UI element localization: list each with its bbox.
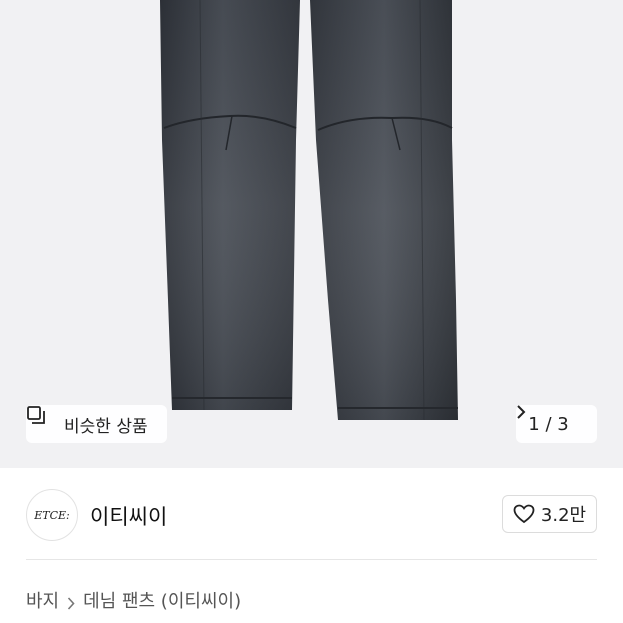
brand-logo[interactable]: ETCE: — [26, 489, 78, 541]
similar-items-label: 비슷한 상품 — [64, 416, 148, 437]
like-count: 3.2만 — [540, 505, 587, 526]
breadcrumb: 바지 데님 팬츠 (이티씨이) — [26, 587, 241, 613]
breadcrumb-subcategory[interactable]: 데님 팬츠 (이티씨이) — [83, 587, 241, 613]
like-button[interactable]: 3.2만 — [502, 495, 597, 533]
image-pager-button[interactable]: 1 / 3 — [516, 405, 597, 443]
similar-items-icon — [27, 406, 56, 434]
chevron-right-icon — [517, 405, 585, 431]
divider — [26, 559, 597, 560]
heart-icon — [513, 504, 535, 524]
product-image — [160, 0, 458, 421]
image-pager-text: 1 / 3 — [528, 413, 569, 435]
product-image-area[interactable]: 비슷한 상품 1 / 3 — [0, 0, 623, 468]
breadcrumb-category[interactable]: 바지 — [26, 587, 59, 613]
brand-name[interactable]: 이티씨이 — [90, 501, 167, 531]
chevron-right-icon — [67, 594, 75, 610]
similar-items-button[interactable]: 비슷한 상품 — [26, 405, 167, 443]
brand-logo-text: ETCE: — [34, 508, 70, 522]
